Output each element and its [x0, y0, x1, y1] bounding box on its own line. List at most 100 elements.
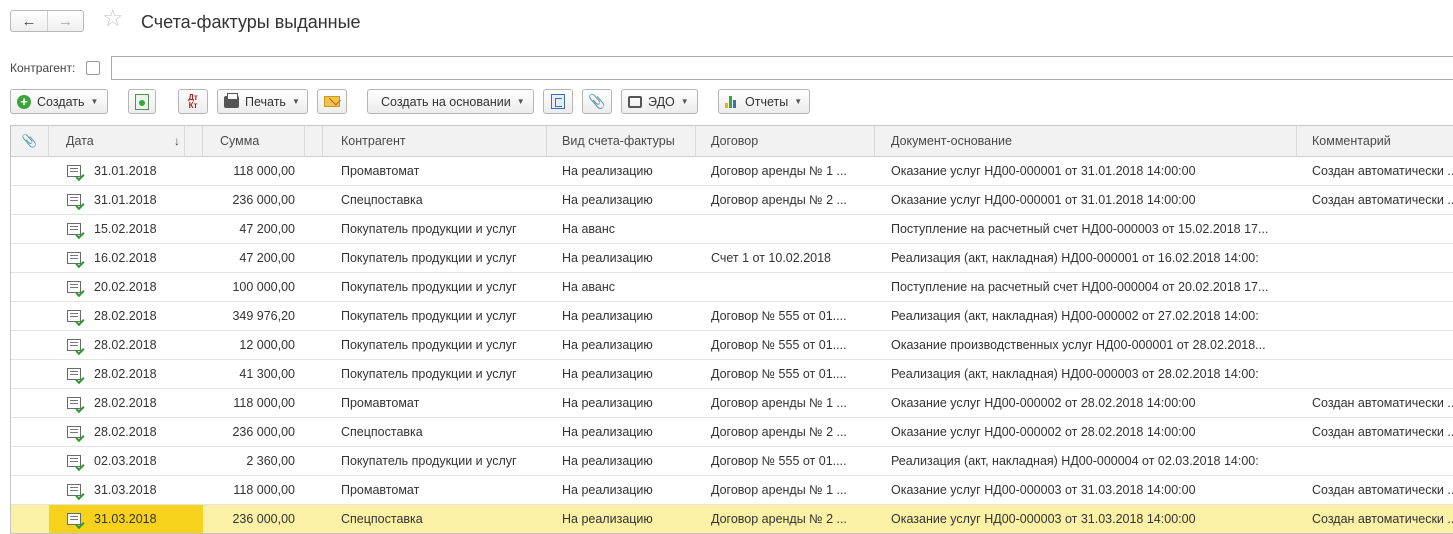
comment-cell [1297, 331, 1453, 359]
table-row[interactable]: 28.02.2018 41 300,00 Покупатель продукци… [11, 360, 1453, 389]
table-row[interactable]: 28.02.2018 349 976,20 Покупатель продукц… [11, 302, 1453, 331]
table-row[interactable]: 31.01.2018 236 000,00 Спецпоставка На ре… [11, 186, 1453, 215]
column-header-base-document[interactable]: Документ-основание [875, 126, 1297, 156]
dtkt-icon: Дт Кт [188, 92, 198, 110]
contract-cell: Договор аренды № 1 ... [711, 164, 847, 178]
sum-cell: 47 200,00 [239, 251, 295, 265]
back-button[interactable]: ← [11, 11, 47, 31]
contract-cell: Договор № 555 от 01.... [711, 367, 847, 381]
table-row[interactable]: 31.03.2018 118 000,00 Промавтомат На реа… [11, 476, 1453, 505]
date-value: 28.02.2018 [94, 396, 157, 410]
chevron-down-icon: ▼ [516, 97, 525, 106]
attach-file-button[interactable]: 📎 [582, 89, 612, 114]
attachment-cell [11, 186, 49, 214]
comment-cell: Создан автоматически ... [1312, 425, 1453, 439]
print-button-label: Печать [245, 94, 286, 109]
kontragent-cell: Спецпоставка [341, 425, 423, 439]
email-button[interactable] [317, 89, 347, 114]
column-header-contract[interactable]: Договор [696, 126, 875, 156]
favorite-star-icon[interactable]: ☆ [102, 7, 124, 31]
date-value: 31.01.2018 [94, 193, 157, 207]
reports-button[interactable]: Отчеты ▼ [718, 89, 810, 114]
kontragent-cell: Промавтомат [341, 483, 420, 497]
attachment-cell [11, 389, 49, 417]
kontragent-filter-input[interactable] [111, 56, 1453, 80]
attachment-cell [11, 157, 49, 185]
sum-cell: 118 000,00 [233, 483, 295, 497]
structure-button[interactable] [543, 89, 573, 114]
sum-cell: 236 000,00 [232, 512, 295, 526]
base-document-cell: Оказание услуг НД00-000002 от 28.02.2018… [891, 425, 1196, 439]
chevron-down-icon: ▼ [291, 97, 300, 106]
table-row[interactable]: 16.02.2018 47 200,00 Покупатель продукци… [11, 244, 1453, 273]
date-cell: 28.02.2018 [49, 360, 203, 388]
edo-button[interactable]: ЭДО ▼ [621, 89, 698, 114]
sum-cell: 2 360,00 [246, 454, 295, 468]
create-based-on-button[interactable]: Создать на основании ▼ [367, 89, 534, 114]
column-header-kontragent[interactable]: Контрагент [323, 126, 547, 156]
invoice-document-icon [67, 426, 81, 438]
chevron-down-icon: ▼ [680, 97, 689, 106]
table-row[interactable]: 02.03.2018 2 360,00 Покупатель продукции… [11, 447, 1453, 476]
sum-cell: 118 000,00 [233, 396, 295, 410]
column-header-attachment[interactable]: 📎 [11, 126, 49, 156]
comment-cell [1297, 447, 1453, 475]
kontragent-filter-checkbox[interactable] [86, 61, 100, 75]
printer-icon [224, 92, 239, 108]
comment-cell: Создан автоматически ... [1312, 512, 1453, 526]
sum-cell: 349 976,20 [232, 309, 295, 323]
table-row[interactable]: 28.02.2018 118 000,00 Промавтомат На реа… [11, 389, 1453, 418]
column-header-sum[interactable]: Сумма [203, 126, 323, 156]
comment-cell [1297, 215, 1453, 243]
table-row[interactable]: 31.01.2018 118 000,00 Промавтомат На реа… [11, 157, 1453, 186]
date-value: 31.01.2018 [94, 164, 157, 178]
attachment-cell [11, 360, 49, 388]
contract-cell: Договор аренды № 2 ... [711, 193, 847, 207]
contract-cell: Договор аренды № 2 ... [711, 512, 847, 526]
base-document-cell: Оказание услуг НД00-000001 от 31.01.2018… [891, 193, 1196, 207]
forward-button[interactable]: → [47, 11, 83, 31]
contract-cell: Договор № 555 от 01.... [711, 454, 847, 468]
attachment-cell [11, 476, 49, 504]
contract-cell: Договор аренды № 1 ... [711, 396, 847, 410]
column-header-comment[interactable]: Комментарий [1297, 126, 1453, 156]
contract-cell: Счет 1 от 10.02.2018 [711, 251, 831, 265]
invoice-document-icon [67, 455, 81, 467]
date-cell: 15.02.2018 [49, 215, 203, 243]
invoice-document-icon [67, 281, 81, 293]
column-divider [304, 126, 305, 156]
comment-cell [1297, 360, 1453, 388]
date-value: 28.02.2018 [94, 425, 157, 439]
invoice-document-icon [67, 513, 81, 525]
table-row[interactable]: 15.02.2018 47 200,00 Покупатель продукци… [11, 215, 1453, 244]
date-cell: 31.01.2018 [49, 186, 203, 214]
create-button[interactable]: + Создать ▼ [10, 89, 108, 114]
table-row[interactable]: 31.03.2018 236 000,00 Спецпоставка На ре… [11, 505, 1453, 533]
contract-cell: Договор аренды № 1 ... [711, 483, 847, 497]
table-row[interactable]: 28.02.2018 236 000,00 Спецпоставка На ре… [11, 418, 1453, 447]
kontragent-cell: Спецпоставка [341, 512, 423, 526]
chevron-down-icon: ▼ [90, 97, 99, 106]
column-header-invoice-type[interactable]: Вид счета-фактуры [547, 126, 696, 156]
print-button[interactable]: Печать ▼ [217, 89, 308, 114]
attachment-cell [11, 447, 49, 475]
sum-cell: 118 000,00 [233, 164, 295, 178]
date-value: 16.02.2018 [94, 251, 157, 265]
paperclip-icon: 📎 [588, 93, 606, 109]
table-row[interactable]: 20.02.2018 100 000,00 Покупатель продукц… [11, 273, 1453, 302]
contract-cell: Договор аренды № 2 ... [711, 425, 847, 439]
attachment-cell [11, 331, 49, 359]
table-row[interactable]: 28.02.2018 12 000,00 Покупатель продукци… [11, 331, 1453, 360]
base-document-cell: Оказание услуг НД00-000001 от 31.01.2018… [891, 164, 1196, 178]
paperclip-icon: 📎 [21, 133, 38, 148]
invoice-document-icon [67, 484, 81, 496]
copy-button[interactable] [128, 89, 156, 114]
base-document-cell: Реализация (акт, накладная) НД00-000002 … [891, 309, 1259, 323]
column-header-date[interactable]: Дата ↓ [49, 126, 203, 156]
dtkt-button[interactable]: Дт Кт [178, 89, 208, 114]
edo-icon [628, 95, 642, 108]
invoice-document-icon [67, 339, 81, 351]
edo-button-label: ЭДО [648, 94, 675, 109]
base-document-cell: Реализация (акт, накладная) НД00-000003 … [891, 367, 1259, 381]
sort-descending-icon: ↓ [174, 134, 180, 148]
